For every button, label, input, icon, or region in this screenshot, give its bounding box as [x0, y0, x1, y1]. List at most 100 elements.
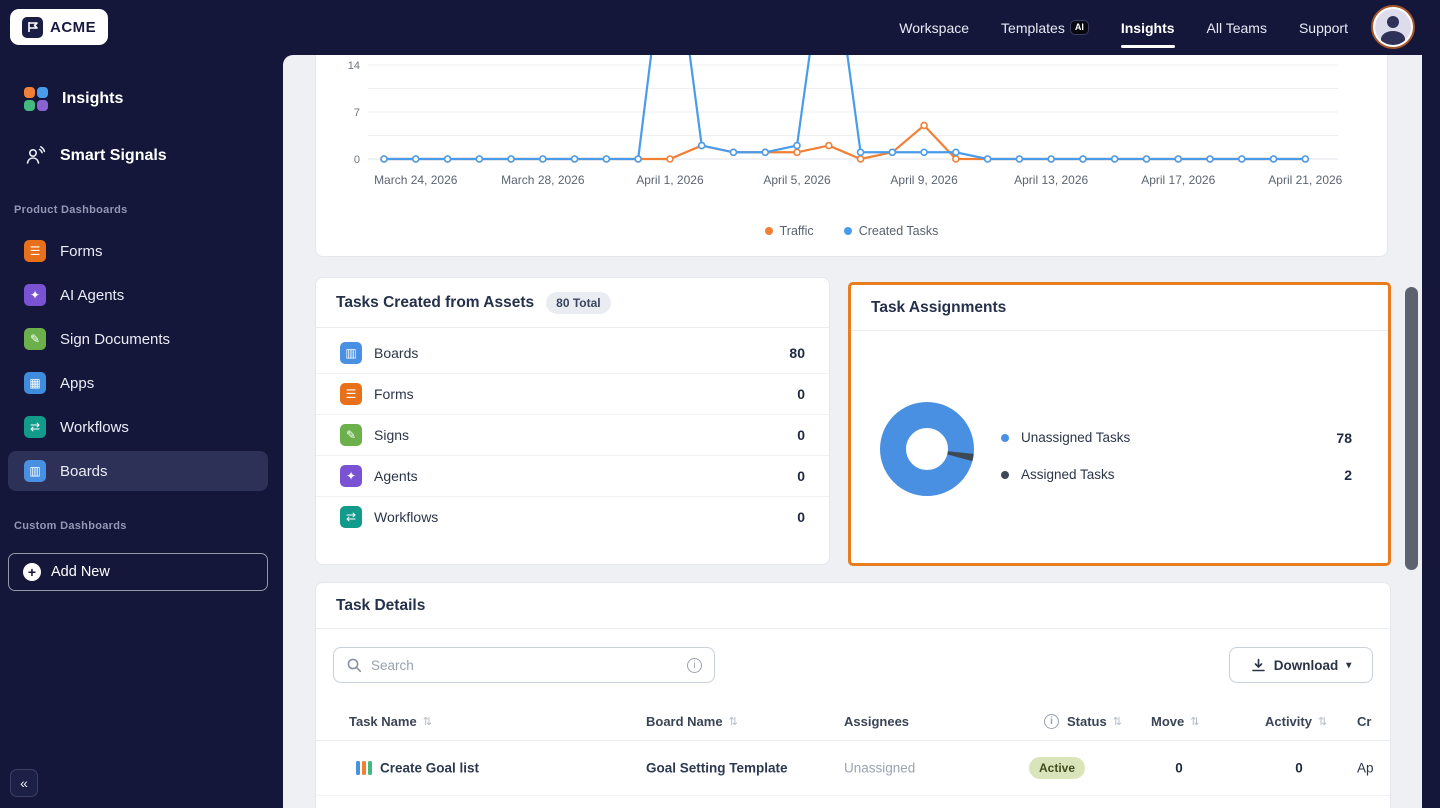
add-new-button[interactable]: + Add New — [8, 553, 268, 591]
task-assignments-card: Task Assignments Unassigned Tasks 78 Assig… — [848, 282, 1391, 566]
sidebar-item-sign-documents[interactable]: ✎ Sign Documents — [8, 319, 268, 359]
download-button[interactable]: Download ▾ — [1229, 647, 1373, 683]
search-input[interactable] — [371, 657, 678, 673]
nav-item-workspace[interactable]: Workspace — [899, 14, 969, 42]
sidebar-item-label: Sign Documents — [60, 330, 171, 348]
legend-label: Created Tasks — [858, 224, 939, 238]
assignments-legend-row[interactable]: Unassigned Tasks 78 — [1001, 419, 1352, 456]
sort-icon[interactable]: ⇅ — [423, 715, 432, 728]
sidebar-collapse-button[interactable]: « — [10, 769, 38, 797]
top-navigation-bar: ACME Workspace Templates AI Insights All Tea… — [0, 0, 1440, 55]
column-header-status[interactable]: i Status ⇅ — [1044, 701, 1122, 741]
legend-item-traffic[interactable]: Traffic — [764, 224, 814, 238]
column-label: Cr — [1357, 713, 1372, 729]
svg-text:March 28, 2026: March 28, 2026 — [501, 173, 585, 187]
nav-item-templates[interactable]: Templates AI — [1001, 14, 1089, 42]
table-header-row: Task Name ⇅ Board Name ⇅ Assignees i Status ⇅ Mo… — [316, 701, 1390, 741]
sidebar-item-smart-signals[interactable]: Smart Signals — [8, 136, 268, 176]
info-icon: i — [687, 657, 702, 673]
nav-item-insights[interactable]: Insights — [1120, 14, 1175, 48]
column-label: Assignees — [844, 713, 910, 729]
status-badge: Active — [1029, 757, 1086, 779]
brand-logo[interactable]: ACME — [10, 9, 109, 45]
task-details-card: Task Details i Download ▾ Task Name⇅Boar… — [315, 582, 1391, 808]
assignments-legend-row[interactable]: Assigned Tasks 2 — [1001, 456, 1352, 493]
sidebar-item-apps[interactable]: ▦ Apps — [8, 363, 268, 403]
nav-item-label: Workspace — [899, 19, 970, 36]
assignments-legend: Unassigned Tasks 78 Assigned Tasks 2 — [1001, 419, 1352, 493]
search-icon — [347, 658, 362, 673]
sort-icon[interactable]: ⇅ — [1318, 715, 1327, 728]
sidebar-item-forms[interactable]: ☰ Forms — [8, 231, 268, 271]
smart-signals-icon — [24, 145, 46, 167]
svg-text:April 5, 2026: April 5, 2026 — [763, 173, 831, 187]
sort-icon[interactable]: ⇅ — [1113, 715, 1122, 728]
asset-value: 0 — [797, 427, 805, 443]
asset-row-signs[interactable]: ✎ Signs 0 — [316, 414, 829, 455]
add-new-label: Add New — [51, 564, 110, 580]
sidebar-item-ai-agents[interactable]: ✦ AI Agents — [8, 275, 268, 315]
column-header-board-name[interactable]: Board Name ⇅ — [646, 701, 738, 741]
chevron-down-icon: ▾ — [1346, 659, 1352, 671]
cell-created: Ap — [1357, 760, 1374, 776]
legend-item-created-tasks[interactable]: Created Tasks — [843, 224, 939, 238]
column-label: Task Name — [349, 713, 417, 729]
cell-assignees: Unassigned — [844, 760, 916, 776]
sort-icon[interactable]: ⇅ — [1190, 715, 1199, 728]
sidebar-item-boards[interactable]: ▥ Boards — [8, 451, 268, 491]
asset-row-boards[interactable]: ▥ Boards 80 — [316, 332, 829, 373]
column-header-activity[interactable]: Activity ⇅ — [1265, 701, 1327, 741]
avatar-person-icon — [1375, 9, 1411, 45]
info-icon: i — [1044, 713, 1059, 729]
column-header-task-name[interactable]: Task Name ⇅ — [349, 701, 432, 741]
ai-badge: AI — [1069, 20, 1089, 35]
section-label-product-dashboards: Product Dashboards — [14, 204, 128, 216]
nav-item-support[interactable]: Support — [1299, 14, 1348, 42]
download-label: Download — [1273, 657, 1339, 673]
column-label: Activity — [1265, 713, 1312, 729]
sort-icon[interactable]: ⇅ — [729, 715, 738, 728]
column-label: Status — [1067, 713, 1107, 729]
sidebar-item-label: Workflows — [60, 418, 129, 436]
asset-row-agents[interactable]: ✦ Agents 0 — [316, 455, 829, 496]
brand-name: ACME — [50, 18, 97, 36]
vertical-scrollbar-thumb[interactable] — [1405, 287, 1418, 570]
sidebar-item-insights[interactable]: Insights — [8, 79, 268, 119]
forms-icon: ☰ — [24, 240, 46, 262]
search-box: i — [333, 647, 715, 683]
cell-board-name[interactable]: Goal Setting Template — [646, 761, 788, 776]
app-window: ACME Workspace Templates AI Insights All Tea… — [0, 0, 1440, 808]
insights-icon — [24, 87, 48, 111]
assets-card-title: Tasks Created from Assets — [336, 293, 535, 311]
workflows-icon: ⇄ — [24, 416, 46, 438]
asset-value: 0 — [797, 509, 805, 525]
table-row[interactable]: Create Goal list Goal Setting Template Una… — [316, 741, 1390, 796]
asset-label: Boards — [374, 344, 419, 361]
cell-task-name[interactable]: Create Goal list — [380, 761, 479, 776]
assignments-legend-value: 2 — [1344, 466, 1352, 483]
nav-item-all-teams[interactable]: All Teams — [1207, 14, 1267, 42]
svg-text:April 1, 2026: April 1, 2026 — [636, 173, 704, 187]
boards-icon: ▥ — [340, 341, 362, 364]
brand-logo-icon — [22, 16, 43, 38]
asset-row-forms[interactable]: ☰ Forms 0 — [316, 373, 829, 414]
user-avatar[interactable] — [1371, 5, 1415, 49]
section-label-custom-dashboards: Custom Dashboards — [14, 520, 127, 532]
column-header-move[interactable]: Move ⇅ — [1151, 701, 1199, 741]
board-icon — [356, 761, 372, 775]
asset-value: 80 — [789, 344, 805, 361]
legend-dot — [1001, 470, 1009, 479]
traffic-chart-card: 0 7 14 March 24, 2026 March 28, 2026 April 1,… — [315, 55, 1388, 257]
main-content: 0 7 14 March 24, 2026 March 28, 2026 April 1,… — [283, 55, 1422, 808]
asset-row-workflows[interactable]: ⇄ Workflows 0 — [316, 496, 829, 537]
asset-label: Signs — [374, 427, 410, 443]
assignments-legend-label: Unassigned Tasks — [1021, 430, 1131, 445]
cell-move: 0 — [1175, 760, 1183, 776]
assignments-legend-value: 78 — [1336, 429, 1352, 446]
sidebar-item-label: AI Agents — [60, 286, 125, 304]
svg-text:7: 7 — [354, 107, 360, 119]
sidebar-item-workflows[interactable]: ⇄ Workflows — [8, 407, 268, 447]
asset-label: Agents — [374, 468, 418, 484]
sidebar-item-label: Smart Signals — [60, 147, 167, 164]
svg-text:April 17, 2026: April 17, 2026 — [1141, 173, 1215, 187]
